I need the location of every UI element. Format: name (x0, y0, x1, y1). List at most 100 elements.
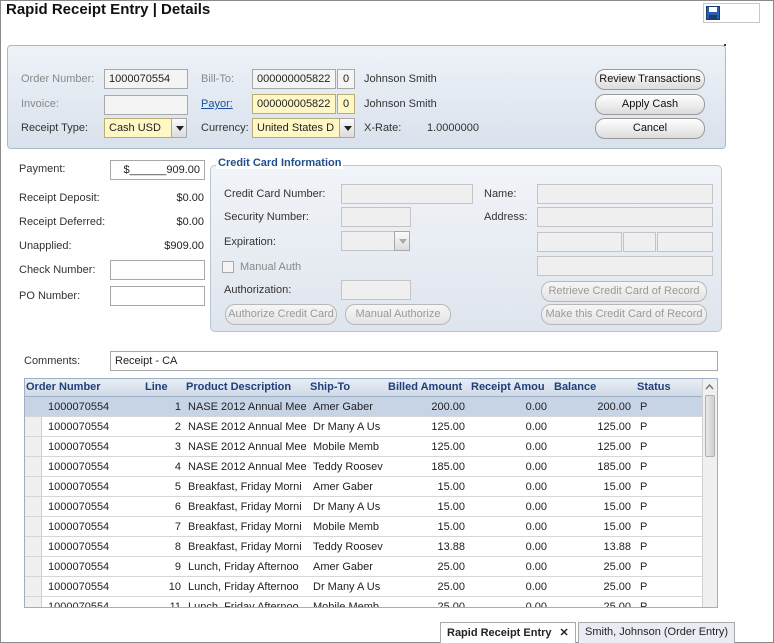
cell-order-number: 1000070554 (48, 441, 110, 453)
receipt-type-select[interactable]: Cash USD (104, 118, 172, 138)
retrieve-credit-card-button[interactable]: Retrieve Credit Card of Record (541, 281, 707, 302)
payor-id-field[interactable]: 000000005822 (252, 94, 336, 114)
receipt-type-dropdown-button[interactable] (171, 118, 187, 138)
close-tab-icon[interactable]: ✕ (560, 627, 569, 639)
cc-expiration-label: Expiration: (224, 236, 276, 248)
cell-billed-amount: 185.00 (431, 461, 465, 473)
cc-authorization-label: Authorization: (224, 284, 292, 296)
cell-line: 2 (174, 421, 181, 433)
scroll-thumb[interactable] (705, 395, 715, 457)
cc-city-field[interactable] (537, 232, 622, 252)
cell-billed-amount: 15.00 (437, 501, 465, 513)
cc-name-field[interactable] (537, 184, 713, 204)
floppy-disk-icon (706, 6, 720, 20)
cell-receipt-amount: 0.00 (525, 481, 547, 493)
table-row[interactable]: 1000070554 8 Breakfast, Friday Morni Teddy … (25, 537, 703, 557)
cell-line: 5 (174, 481, 181, 493)
manual-auth-checkbox[interactable] (222, 261, 234, 273)
manual-authorize-button[interactable]: Manual Authorize (345, 304, 451, 325)
table-row[interactable]: 1000070554 3 NASE 2012 Annual Mee Mobile Me… (25, 437, 703, 457)
cc-country-field[interactable] (537, 256, 713, 276)
cc-authorization-field[interactable] (341, 280, 411, 300)
col-receipt-amount[interactable]: Receipt Amou (471, 381, 551, 393)
cell-order-number: 1000070554 (48, 421, 110, 433)
table-row[interactable]: 1000070554 6 Breakfast, Friday Morni Dr Man… (25, 497, 703, 517)
col-order-number[interactable]: Order Number (26, 381, 101, 393)
cell-receipt-amount: 0.00 (525, 441, 547, 453)
tab-rapid-receipt-entry[interactable]: Rapid Receipt Entry ✕ (440, 622, 576, 643)
cell-product-description: NASE 2012 Annual Mee (188, 401, 306, 413)
cell-balance: 25.00 (603, 581, 631, 593)
po-number-field[interactable] (110, 286, 205, 306)
table-row[interactable]: 1000070554 2 NASE 2012 Annual Mee Dr Many A… (25, 417, 703, 437)
xrate-value: 1.0000000 (427, 122, 479, 134)
payor-name: Johnson Smith (364, 98, 437, 110)
cc-security-field[interactable] (341, 207, 411, 227)
comments-field[interactable]: Receipt - CA (110, 351, 718, 371)
table-row[interactable]: 1000070554 9 Lunch, Friday Afternoo Amer Ga… (25, 557, 703, 577)
payor-seq-field[interactable]: 0 (337, 94, 355, 114)
apply-cash-button[interactable]: Apply Cash (595, 94, 705, 115)
cell-receipt-amount: 0.00 (525, 401, 547, 413)
cell-line: 4 (174, 461, 181, 473)
cell-status: P (640, 581, 648, 593)
bill-to-seq-field[interactable]: 0 (337, 69, 355, 89)
cell-line: 7 (174, 521, 181, 533)
cell-line: 10 (168, 581, 181, 593)
table-row[interactable]: 1000070554 10 Lunch, Friday Afternoo Dr Man… (25, 577, 703, 597)
cell-ship-to: Teddy Roosev (313, 461, 383, 473)
currency-select[interactable]: United States D (252, 118, 340, 138)
col-balance[interactable]: Balance (554, 381, 596, 393)
cc-security-label: Security Number: (224, 211, 309, 223)
col-status[interactable]: Status (637, 381, 671, 393)
cell-balance: 125.00 (597, 441, 631, 453)
scroll-up-arrow-icon[interactable] (703, 381, 716, 393)
cell-status: P (640, 501, 648, 513)
col-ship-to[interactable]: Ship-To (310, 381, 350, 393)
cell-ship-to: Dr Many A Us (313, 501, 381, 513)
col-billed-amount[interactable]: Billed Amount (388, 381, 462, 393)
cc-zip-field[interactable] (657, 232, 713, 252)
cell-receipt-amount: 0.00 (525, 601, 547, 608)
payment-field[interactable]: $______909.00 (110, 160, 205, 180)
col-line[interactable]: Line (145, 381, 168, 393)
cell-status: P (640, 461, 648, 473)
cell-ship-to: Mobile Memb (313, 521, 380, 533)
currency-dropdown-button[interactable] (339, 118, 355, 138)
order-number-label: Order Number: (21, 73, 95, 85)
cell-order-number: 1000070554 (48, 541, 110, 553)
cell-status: P (640, 401, 648, 413)
cc-number-label: Credit Card Number: (224, 188, 326, 200)
order-number-field[interactable]: 1000070554 (104, 69, 188, 89)
receipt-deposit-label: Receipt Deposit: (19, 192, 100, 204)
cell-balance: 125.00 (597, 421, 631, 433)
table-row[interactable]: 1000070554 4 NASE 2012 Annual Mee Teddy Roo… (25, 457, 703, 477)
table-row[interactable]: 1000070554 5 Breakfast, Friday Morni Amer G… (25, 477, 703, 497)
grid-vertical-scrollbar[interactable] (702, 379, 717, 607)
cc-state-field[interactable] (623, 232, 656, 252)
cancel-button[interactable]: Cancel (595, 118, 705, 139)
table-row[interactable]: 1000070554 11 Lunch, Friday Afternoo Mobile… (25, 597, 703, 608)
invoice-field[interactable] (104, 95, 188, 115)
cell-balance: 25.00 (603, 561, 631, 573)
cell-product-description: Lunch, Friday Afternoo (188, 561, 299, 573)
tab-order-entry[interactable]: Smith, Johnson (Order Entry) (578, 622, 736, 643)
cell-product-description: Breakfast, Friday Morni (188, 521, 302, 533)
cc-expiration-select[interactable] (341, 231, 395, 251)
cc-address-line1-field[interactable] (537, 207, 713, 227)
table-row[interactable]: 1000070554 1 NASE 2012 Annual Mee Amer Gabe… (25, 397, 703, 417)
bill-to-id-field[interactable]: 000000005822 (252, 69, 336, 89)
payor-link[interactable]: Payor: (201, 98, 233, 110)
col-product-description[interactable]: Product Description (186, 381, 291, 393)
unapplied-label: Unapplied: (19, 240, 72, 252)
cc-number-field[interactable] (341, 184, 473, 204)
table-row[interactable]: 1000070554 7 Breakfast, Friday Morni Mobile… (25, 517, 703, 537)
make-credit-card-of-record-button[interactable]: Make this Credit Card of Record (541, 304, 707, 325)
cc-expiration-dropdown-button[interactable] (394, 231, 410, 251)
check-number-field[interactable] (110, 260, 205, 280)
authorize-credit-card-button[interactable]: Authorize Credit Card (225, 304, 337, 325)
review-transactions-button[interactable]: Review Transactions (595, 69, 705, 90)
bill-to-name: Johnson Smith (364, 73, 437, 85)
tab-label: Rapid Receipt Entry (447, 627, 552, 639)
save-button[interactable] (703, 3, 760, 23)
